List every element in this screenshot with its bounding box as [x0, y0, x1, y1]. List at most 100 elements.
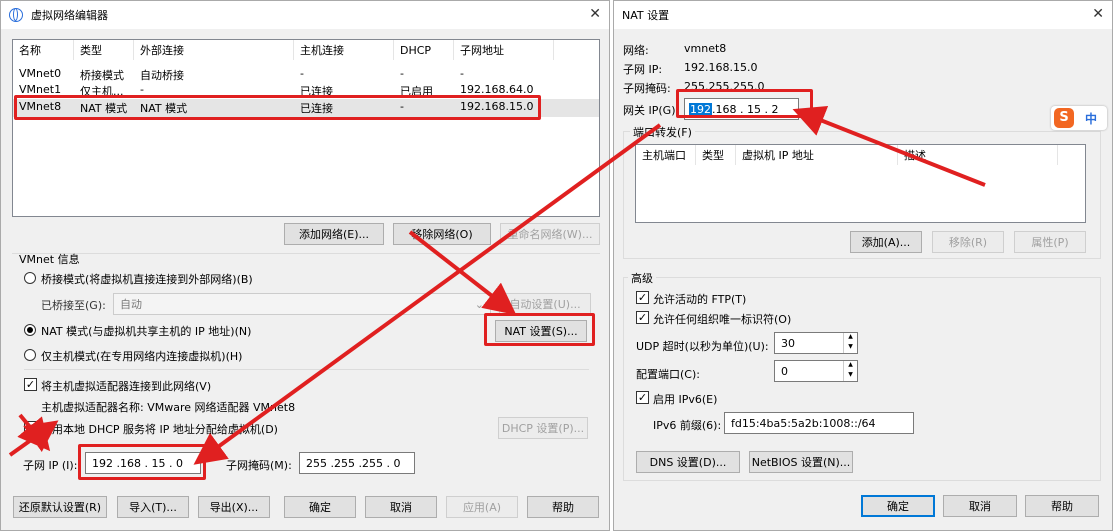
- spin-down-icon[interactable]: ▼: [843, 371, 857, 381]
- cell-dhcp: -: [400, 100, 404, 113]
- column-header-host-port[interactable]: 主机端口: [636, 145, 696, 165]
- properties-button[interactable]: 属性(P): [1014, 231, 1086, 253]
- cell-dhcp: -: [400, 67, 404, 80]
- close-icon[interactable]: ✕: [589, 6, 601, 22]
- udp-timeout-value: 30: [781, 336, 795, 350]
- gateway-ip-field[interactable]: 192 .168 . 15 . 2: [684, 98, 799, 120]
- cell-type: 桥接模式: [80, 69, 124, 82]
- cancel-button[interactable]: 取消: [943, 495, 1017, 517]
- column-header-type[interactable]: 类型: [696, 145, 736, 165]
- network-value: vmnet8: [684, 42, 727, 55]
- column-header-external[interactable]: 外部连接: [134, 40, 294, 60]
- subnet-mask-label: 子网掩码(M):: [226, 459, 292, 472]
- udp-timeout-label: UDP 超时(以秒为单位)(U):: [636, 340, 769, 353]
- config-port-label: 配置端口(C):: [636, 368, 700, 381]
- nat-settings-button[interactable]: NAT 设置(S)...: [495, 320, 587, 342]
- ipv6-prefix-label: IPv6 前缀(6):: [653, 419, 722, 432]
- allow-ftp-checkbox[interactable]: ✓: [636, 291, 649, 304]
- enable-ipv6-label[interactable]: 启用 IPv6(E): [653, 391, 717, 407]
- table-row[interactable]: VMnet1 仅主机... - 已连接 已启用 192.168.64.0: [13, 83, 599, 99]
- allow-ftp-label[interactable]: 允许活动的 FTP(T): [653, 291, 746, 307]
- cell-subnet: 192.168.15.0: [460, 100, 534, 113]
- subnet-ip-label: 子网 IP (I):: [23, 459, 78, 472]
- import-button[interactable]: 导入(T)...: [117, 496, 189, 518]
- use-dhcp-label[interactable]: 使用本地 DHCP 服务将 IP 地址分配给虚拟机(D): [41, 421, 278, 437]
- nat-mode-label[interactable]: NAT 模式(与虚拟机共享主机的 IP 地址)(N): [41, 323, 251, 339]
- ok-button[interactable]: 确定: [284, 496, 356, 518]
- sogou-logo-icon: S: [1054, 108, 1074, 128]
- table-row[interactable]: VMnet0 桥接模式 自动桥接 - - -: [13, 67, 599, 83]
- spin-up-icon[interactable]: ▲: [843, 333, 857, 343]
- network-list[interactable]: 名称 类型 外部连接 主机连接 DHCP 子网地址 VMnet0 桥接模式 自动…: [12, 39, 600, 217]
- hostonly-mode-radio[interactable]: [24, 349, 36, 361]
- remove-button[interactable]: 移除(R): [932, 231, 1004, 253]
- allow-oui-label[interactable]: 允许任何组织唯一标识符(O): [653, 311, 791, 327]
- allow-oui-checkbox[interactable]: ✓: [636, 311, 649, 324]
- help-button[interactable]: 帮助: [1025, 495, 1099, 517]
- cell-type: 仅主机...: [80, 85, 124, 98]
- dns-settings-button[interactable]: DNS 设置(D)...: [636, 451, 740, 473]
- add-network-button[interactable]: 添加网络(E)...: [284, 223, 384, 245]
- rename-network-button[interactable]: 重命名网络(W)...: [500, 223, 600, 245]
- column-header-host[interactable]: 主机连接: [294, 40, 394, 60]
- config-port-stepper[interactable]: 0 ▲ ▼: [774, 360, 858, 382]
- nat-mode-radio[interactable]: [24, 324, 36, 336]
- chevron-down-icon: ⌄: [474, 297, 484, 311]
- column-header-name[interactable]: 名称: [13, 40, 74, 60]
- globe-icon: [9, 8, 23, 22]
- cell-subnet: -: [460, 67, 464, 80]
- remove-network-button[interactable]: 移除网络(O): [393, 223, 491, 245]
- cell-external: -: [140, 83, 144, 96]
- apply-button[interactable]: 应用(A): [446, 496, 518, 518]
- udp-timeout-stepper[interactable]: 30 ▲ ▼: [774, 332, 858, 354]
- cell-host: -: [300, 67, 304, 80]
- divider: [12, 253, 600, 254]
- column-header-subnet[interactable]: 子网地址: [454, 40, 554, 60]
- cell-dhcp: 已启用: [400, 85, 433, 98]
- connect-adapter-label[interactable]: 将主机虚拟适配器连接到此网络(V): [41, 378, 211, 394]
- dhcp-settings-button[interactable]: DHCP 设置(P)...: [498, 417, 588, 439]
- cell-host: 已连接: [300, 85, 333, 98]
- network-label: 网络:: [623, 44, 649, 57]
- bridge-mode-label[interactable]: 桥接模式(将虚拟机直接连接到外部网络)(B): [41, 271, 253, 287]
- bridged-to-select[interactable]: 自动 ⌄: [113, 293, 491, 315]
- ipv6-prefix-field[interactable]: fd15:4ba5:5a2b:1008::/64: [724, 412, 914, 434]
- column-header-dhcp[interactable]: DHCP: [394, 40, 454, 60]
- column-header-type[interactable]: 类型: [74, 40, 134, 60]
- subnet-mask-value: 255.255.255.0: [684, 80, 765, 93]
- export-button[interactable]: 导出(X)...: [198, 496, 270, 518]
- use-dhcp-checkbox[interactable]: ✓: [24, 421, 37, 434]
- cell-subnet: 192.168.64.0: [460, 83, 534, 96]
- bridge-mode-radio[interactable]: [24, 272, 36, 284]
- help-button[interactable]: 帮助: [527, 496, 599, 518]
- ime-mode-label: 中: [1085, 112, 1098, 126]
- divider: [24, 369, 589, 370]
- port-forwarding-label: 端口转发(F): [630, 124, 695, 140]
- subnet-mask-field[interactable]: 255 .255 .255 . 0: [299, 452, 415, 474]
- port-forwarding-list[interactable]: 主机端口 类型 虚拟机 IP 地址 描述: [635, 144, 1086, 223]
- table-row-selected[interactable]: VMnet8 NAT 模式 NAT 模式 已连接 - 192.168.15.0: [13, 99, 599, 117]
- gateway-ip-selected: 192: [689, 102, 712, 116]
- subnet-ip-field[interactable]: 192 .168 . 15 . 0: [85, 452, 201, 474]
- spin-down-icon[interactable]: ▼: [843, 343, 857, 353]
- gateway-ip-label: 网关 IP(G):: [623, 104, 680, 117]
- enable-ipv6-checkbox[interactable]: ✓: [636, 391, 649, 404]
- restore-defaults-button[interactable]: 还原默认设置(R): [13, 496, 107, 518]
- ime-indicator[interactable]: S 中: [1051, 106, 1107, 130]
- column-header-vm-ip[interactable]: 虚拟机 IP 地址: [736, 145, 898, 165]
- spin-up-icon[interactable]: ▲: [843, 361, 857, 371]
- ok-button[interactable]: 确定: [861, 495, 935, 517]
- virtual-network-editor-window: 虚拟网络编辑器 ✕ 名称 类型 外部连接 主机连接 DHCP 子网地址 VMne…: [0, 0, 610, 531]
- cell-type: NAT 模式: [80, 102, 128, 115]
- cancel-button[interactable]: 取消: [365, 496, 437, 518]
- hostonly-mode-label[interactable]: 仅主机模式(在专用网络内连接虚拟机)(H): [41, 348, 242, 364]
- netbios-settings-button[interactable]: NetBIOS 设置(N)...: [749, 451, 853, 473]
- config-port-value: 0: [781, 364, 788, 378]
- auto-settings-button[interactable]: 自动设置(U)...: [499, 293, 591, 315]
- close-icon[interactable]: ✕: [1092, 6, 1104, 22]
- add-button[interactable]: 添加(A)...: [850, 231, 922, 253]
- column-header-description[interactable]: 描述: [898, 145, 1058, 165]
- subnet-ip-label: 子网 IP:: [623, 63, 663, 76]
- cell-name: VMnet1: [19, 83, 62, 96]
- connect-adapter-checkbox[interactable]: ✓: [24, 378, 37, 391]
